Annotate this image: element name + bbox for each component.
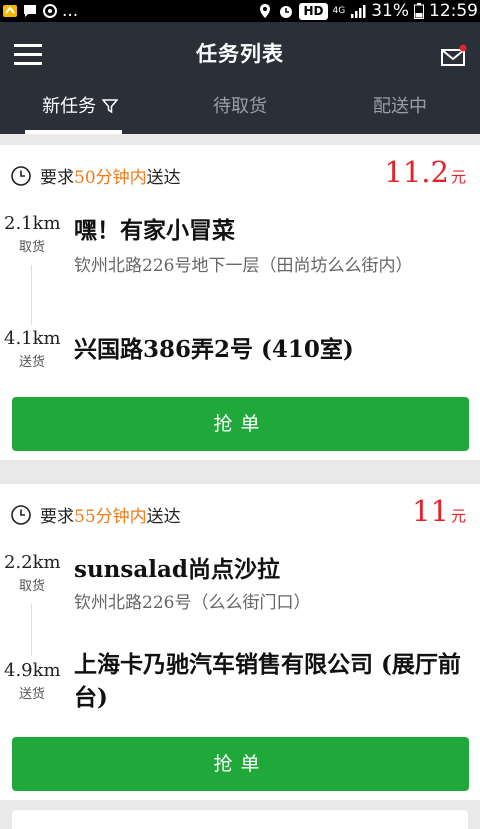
delivery-label: 送货 — [18, 687, 45, 702]
chat-icon — [24, 5, 36, 17]
clock-icon — [11, 504, 31, 525]
mail-icon — [441, 44, 467, 66]
route-line — [31, 604, 32, 656]
distance-value: 4.9km — [4, 660, 61, 681]
clock-icon — [11, 165, 31, 186]
mail-button[interactable] — [440, 44, 468, 68]
task-card-partial — [12, 810, 468, 829]
hd-badge: HD — [299, 2, 328, 20]
task-price: 11.2 元 — [384, 155, 466, 189]
distance-value: 4.1km — [4, 328, 61, 349]
alarm-icon — [280, 6, 293, 18]
status-bar: ... HD 4G 31% 12:59 — [0, 0, 480, 22]
distance-value: 2.1km — [4, 213, 61, 234]
grab-order-button[interactable]: 抢单 — [12, 397, 469, 451]
pickup-distance: 2.2km 取货 — [4, 552, 61, 594]
tab-delivering[interactable]: 配送中 — [320, 84, 480, 134]
grab-order-button[interactable]: 抢单 — [12, 737, 469, 791]
pickup-address: 钦州北路226号（么么街门口） — [74, 593, 311, 613]
price-unit: 元 — [450, 168, 466, 186]
task-price: 11 元 — [412, 494, 466, 528]
pickup-store-name: sunsalad尚点沙拉 — [74, 556, 280, 583]
filter-icon[interactable] — [101, 98, 119, 114]
req-prefix: 要求 — [40, 507, 74, 527]
network-type: 4G — [332, 5, 346, 16]
pickup-label: 取货 — [18, 240, 45, 255]
delivery-address: 上海卡乃驰汽车销售有限公司 (展厅前台) — [74, 651, 461, 711]
pickup-store-name: 嘿！有家小冒菜 — [74, 217, 235, 244]
req-suffix: 送达 — [146, 168, 181, 188]
pickup-label: 取货 — [18, 579, 45, 594]
tab-label: 新任务 — [42, 96, 97, 117]
tab-pending-pickup[interactable]: 待取货 — [160, 84, 320, 134]
price-value: 11 — [412, 494, 449, 528]
location-icon — [260, 4, 271, 18]
more-notifications-text: ... — [62, 1, 79, 21]
req-prefix: 要求 — [40, 168, 74, 188]
price-value: 11.2 — [384, 155, 449, 189]
mail-badge-dot — [459, 44, 467, 52]
notification-app-icon — [3, 5, 17, 17]
tab-label: 待取货 — [213, 96, 267, 117]
pickup-distance: 2.1km 取货 — [4, 213, 61, 255]
delivery-distance: 4.9km 送货 — [4, 660, 61, 702]
clock: 12:59 — [429, 1, 478, 21]
page-title: 任务列表 — [196, 41, 284, 66]
req-time: 55分钟内 — [74, 507, 147, 527]
sync-icon — [43, 4, 57, 18]
battery-icon — [414, 3, 424, 19]
route-line — [31, 265, 32, 325]
task-card: 要求50分钟内送达 11.2 元 2.1km 取货 嘿！有家小冒菜 钦州北路226… — [0, 145, 480, 460]
tab-new-tasks[interactable]: 新任务 — [0, 84, 160, 134]
req-suffix: 送达 — [146, 507, 181, 527]
delivery-distance: 4.1km 送货 — [4, 328, 61, 370]
task-tabs: 新任务 待取货 配送中 — [0, 84, 480, 134]
delivery-address: 兴国路386弄2号 (410室) — [74, 336, 354, 363]
signal-icon — [351, 5, 366, 18]
delivery-label: 送货 — [18, 355, 45, 370]
time-requirement: 要求55分钟内送达 — [10, 502, 181, 527]
req-time: 50分钟内 — [74, 168, 147, 188]
tab-label: 配送中 — [373, 96, 427, 117]
battery-percent: 31% — [371, 1, 409, 21]
distance-value: 2.2km — [4, 552, 61, 573]
app-header: 任务列表 新任务 待取货 配送中 — [0, 22, 480, 134]
pickup-address: 钦州北路226号地下一层（田尚坊么么街内） — [74, 256, 413, 276]
task-card: 要求55分钟内送达 11 元 2.2km 取货 sunsalad尚点沙拉 钦州北路… — [0, 484, 480, 800]
time-requirement: 要求50分钟内送达 — [10, 163, 181, 188]
price-unit: 元 — [450, 507, 466, 525]
